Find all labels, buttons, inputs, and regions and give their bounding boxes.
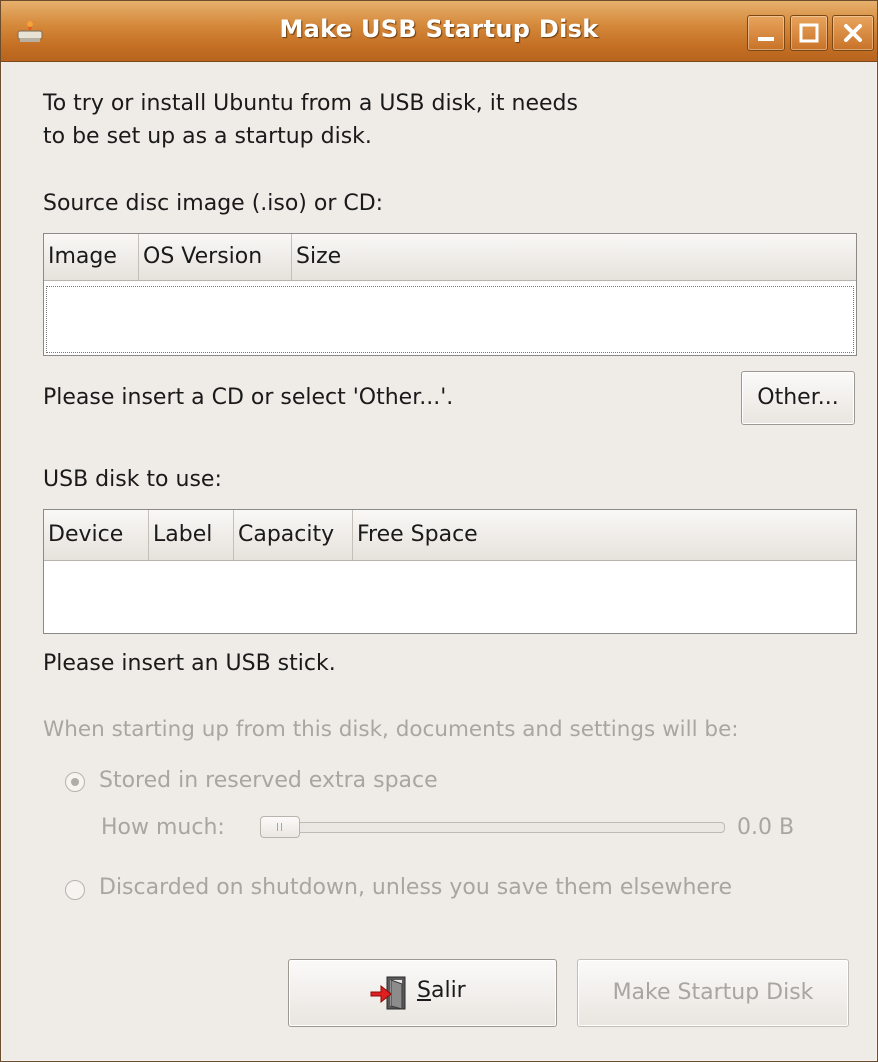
persistence-size-slider[interactable]	[297, 822, 725, 833]
window-title: Make USB Startup Disk	[279, 15, 599, 43]
how-much-label: How much:	[101, 815, 225, 840]
persistence-heading: When starting up from this disk, documen…	[43, 717, 739, 742]
column-os-version[interactable]: OS Version	[139, 234, 292, 280]
column-image[interactable]: Image	[44, 234, 139, 280]
minimize-icon	[758, 37, 774, 41]
intro-line-2: to be set up as a startup disk.	[43, 124, 372, 149]
radio-selected-dot	[71, 778, 79, 786]
slider-grip-line	[281, 823, 282, 831]
intro-text: To try or install Ubuntu from a USB disk…	[43, 87, 763, 153]
usb-disk-list[interactable]: Device Label Capacity Free Space	[43, 509, 857, 634]
usb-status: Please insert an USB stick.	[43, 651, 336, 676]
usb-startup-disk-window: Make USB Startup Disk To try or install …	[0, 0, 878, 1062]
source-list-focus-outline	[46, 286, 854, 353]
slider-handle[interactable]	[260, 816, 300, 838]
column-capacity[interactable]: Capacity	[234, 510, 353, 560]
column-label[interactable]: Label	[149, 510, 234, 560]
column-free-space[interactable]: Free Space	[353, 510, 484, 560]
title-bar[interactable]: Make USB Startup Disk	[1, 1, 877, 62]
column-device[interactable]: Device	[44, 510, 149, 560]
column-size[interactable]: Size	[292, 234, 347, 280]
option-stored-label[interactable]: Stored in reserved extra space	[99, 768, 438, 793]
how-much-value: 0.0 B	[737, 815, 795, 840]
close-button[interactable]	[832, 15, 874, 51]
source-status: Please insert a CD or select 'Other...'.	[43, 385, 454, 410]
quit-mnemonic: S	[417, 978, 431, 1003]
slider-grip-line	[277, 823, 278, 831]
option-discarded-label[interactable]: Discarded on shutdown, unless you save t…	[99, 875, 732, 900]
maximize-button[interactable]	[790, 15, 828, 51]
other-button[interactable]: Other...	[741, 371, 855, 425]
usb-list-header: Device Label Capacity Free Space	[44, 510, 856, 561]
quit-button[interactable]: Salir	[288, 959, 557, 1027]
radio-stored[interactable]	[65, 772, 85, 792]
maximize-icon	[799, 23, 819, 43]
exit-icon	[369, 975, 409, 1011]
source-image-list[interactable]: Image OS Version Size	[43, 233, 857, 356]
source-label: Source disc image (.iso) or CD:	[43, 191, 384, 216]
quit-button-label: Salir	[417, 978, 466, 1003]
make-startup-disk-button[interactable]: Make Startup Disk	[577, 959, 849, 1027]
quit-label-rest: alir	[430, 978, 466, 1003]
radio-discarded[interactable]	[65, 880, 85, 900]
close-icon	[844, 24, 862, 42]
intro-line-1: To try or install Ubuntu from a USB disk…	[43, 91, 578, 116]
minimize-button[interactable]	[747, 15, 785, 51]
usb-label: USB disk to use:	[43, 467, 222, 492]
source-list-header: Image OS Version Size	[44, 234, 856, 281]
